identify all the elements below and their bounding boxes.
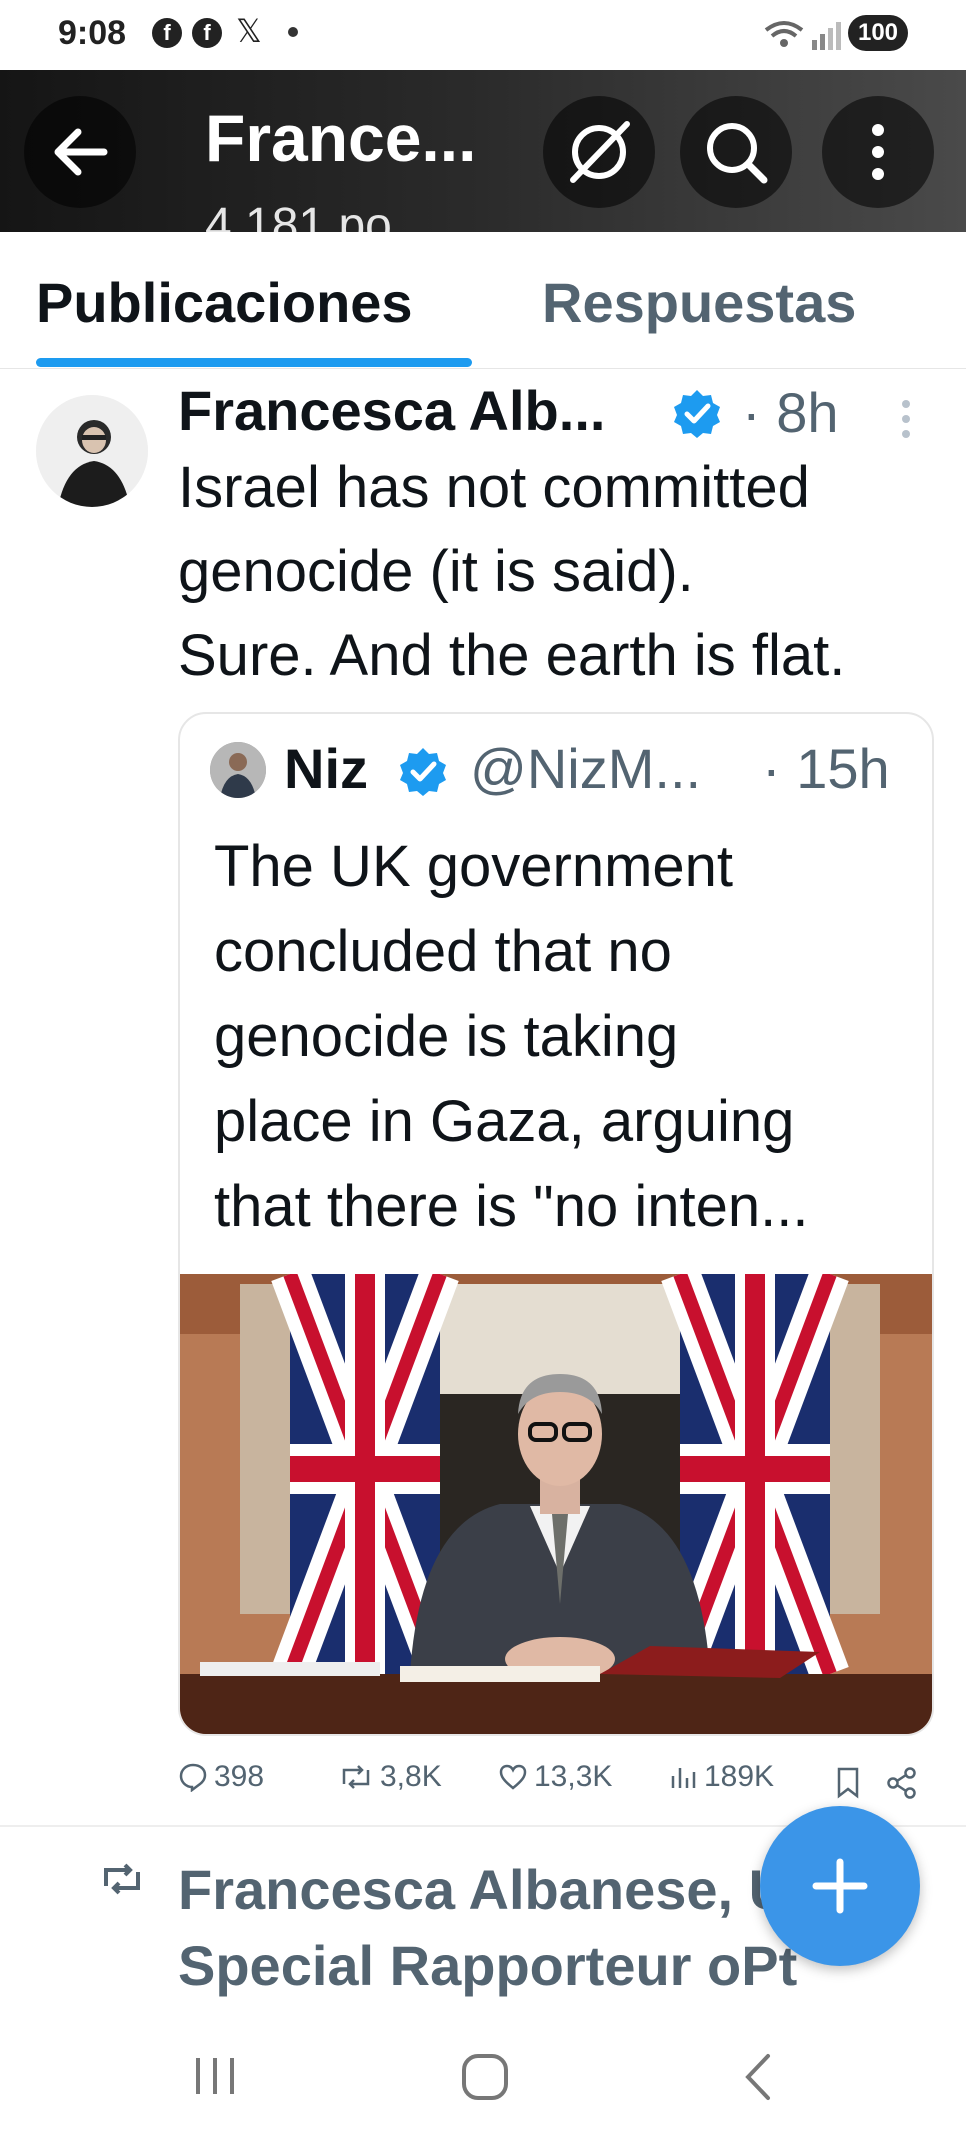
post-author-name[interactable]: Francesca Alb... <box>178 378 605 443</box>
post-text-line: Sure. And the earth is flat. <box>178 623 846 688</box>
repost-action[interactable]: 3,8K <box>338 1760 442 1794</box>
quoted-text-line: genocide is taking <box>214 1004 679 1069</box>
battery-indicator: 100 <box>848 15 908 51</box>
bookmark-icon[interactable] <box>834 1766 862 1800</box>
quoted-author-name: Niz <box>284 737 368 800</box>
quoted-text-line: concluded that no <box>214 919 672 984</box>
views-action[interactable]: 189K <box>668 1760 774 1794</box>
facebook-notification-icon: f <box>152 18 182 48</box>
post-text: Israel has not committed genocide (it is… <box>178 446 938 698</box>
more-options-button[interactable] <box>822 96 934 208</box>
header-post-count: 4.181 po <box>205 199 392 232</box>
arrow-left-icon <box>54 128 108 176</box>
union-flag-right <box>661 1274 849 1682</box>
verified-badge-icon <box>400 748 446 796</box>
recent-apps-icon[interactable] <box>190 2054 240 2098</box>
author-avatar-image <box>36 395 148 507</box>
post-text-line: genocide (it is said). <box>178 539 694 604</box>
search-icon <box>707 123 768 184</box>
like-count: 13,3K <box>534 1760 613 1793</box>
more-vertical-icon <box>872 124 884 180</box>
unfollow-button[interactable] <box>543 96 655 208</box>
wifi-signal-icon <box>764 21 841 50</box>
header-title: France... <box>205 101 477 175</box>
home-icon[interactable] <box>460 2052 510 2102</box>
slashed-circle-icon <box>570 121 630 183</box>
repost-count: 3,8K <box>380 1760 442 1793</box>
quoted-post-text: The UK government concluded that no geno… <box>214 824 914 1249</box>
post-actions: 398 3,8K 13,3K 189K <box>178 1760 938 1810</box>
views-icon <box>671 1768 696 1788</box>
active-tab-indicator <box>36 358 472 367</box>
views-count: 189K <box>704 1760 775 1793</box>
back-nav-icon[interactable] <box>738 2052 778 2102</box>
quoted-text-line: that there is "no inten... <box>214 1174 809 1239</box>
repost-indicator-icon <box>104 1863 140 1895</box>
author-avatar[interactable] <box>36 395 148 507</box>
quoted-text-line: The UK government <box>214 834 734 899</box>
reply-action[interactable]: 398 <box>178 1760 264 1794</box>
profile-tabs: Publicaciones Respuestas <box>0 232 966 369</box>
post-more-icon[interactable] <box>898 398 914 440</box>
post-text-line: Israel has not committed <box>178 455 810 520</box>
tab-publicaciones[interactable]: Publicaciones <box>36 270 413 335</box>
reposted-by-line: Special Rapporteur oPt <box>178 1934 798 1997</box>
plus-icon <box>812 1858 868 1914</box>
search-button[interactable] <box>680 96 792 208</box>
quoted-author-handle: @NizM... <box>470 737 702 800</box>
quoted-post-card[interactable]: Niz @NizM... · 15h The UK government con… <box>178 712 934 1736</box>
x-notification-icon: 𝕏 <box>236 13 262 49</box>
quoted-avatar-image <box>210 742 266 798</box>
share-icon[interactable] <box>886 1766 918 1800</box>
quoted-post-photo[interactable] <box>180 1274 932 1734</box>
facebook-notification-icon-2: f <box>192 18 222 48</box>
union-flag-left <box>271 1274 459 1682</box>
reposted-by-label[interactable]: Francesca Albanese, U Special Rapporteur… <box>178 1852 797 2004</box>
quoted-author-avatar <box>210 742 266 798</box>
heart-icon <box>499 1764 527 1790</box>
quoted-post-timestamp: · 15h <box>762 737 890 800</box>
quoted-text-line: place in Gaza, arguing <box>214 1089 795 1154</box>
like-action[interactable]: 13,3K <box>498 1760 612 1794</box>
status-bar: 9:08 f f 𝕏 100 <box>0 0 966 70</box>
back-button[interactable] <box>24 96 136 208</box>
tab-respuestas[interactable]: Respuestas <box>542 270 856 335</box>
more-notifications-dot-icon <box>288 27 298 37</box>
post-timestamp: · 8h <box>742 381 839 444</box>
reply-icon <box>179 1763 207 1792</box>
repost-icon <box>342 1765 370 1789</box>
verified-badge-icon <box>674 390 720 438</box>
profile-header: France... 4.181 po <box>0 70 966 232</box>
reposted-by-line: Francesca Albanese, U <box>178 1858 790 1921</box>
system-navigation-bar <box>0 2010 966 2147</box>
compose-button[interactable] <box>760 1806 920 1966</box>
status-time: 9:08 <box>58 14 127 52</box>
reply-count: 398 <box>214 1760 265 1793</box>
